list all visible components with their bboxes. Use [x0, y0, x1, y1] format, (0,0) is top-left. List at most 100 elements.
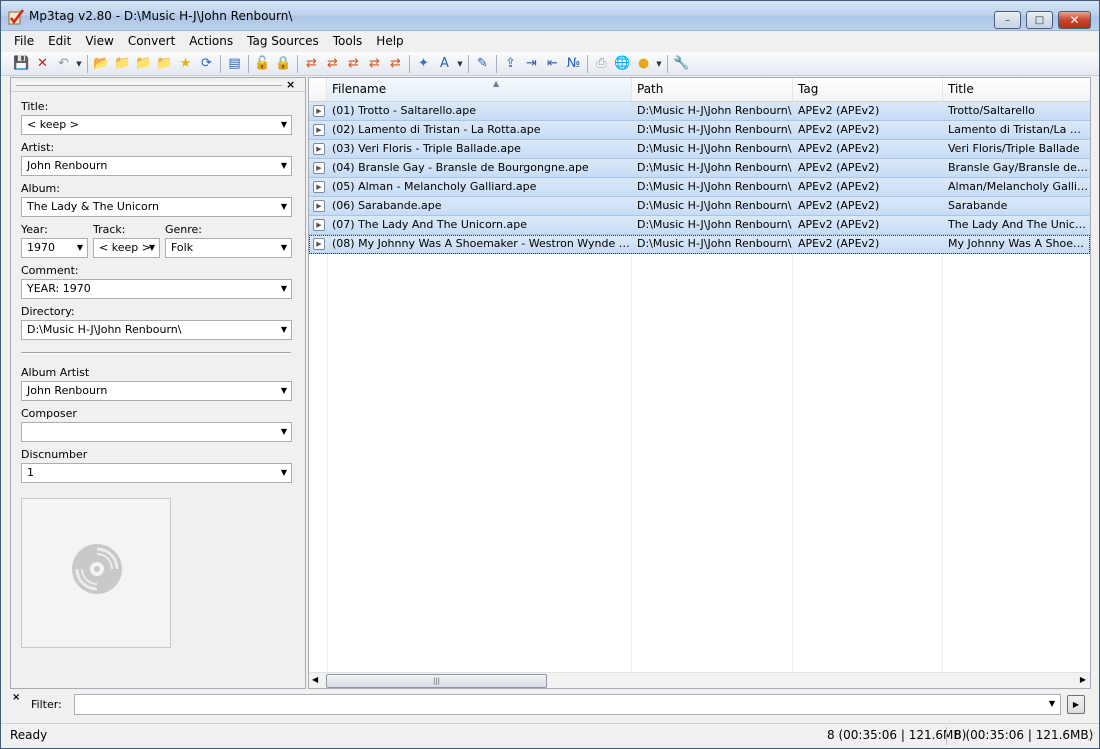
chevron-down-icon[interactable]: ▼ — [149, 239, 155, 257]
close-button[interactable]: ✕ — [1058, 11, 1091, 29]
cell-title: Veri Floris/Triple Ballade — [948, 142, 1080, 155]
maximize-button[interactable]: □ — [1026, 11, 1053, 29]
cd-placeholder-icon — [72, 544, 122, 594]
tag-panel-close-icon[interactable]: × — [286, 78, 295, 91]
convert-text-tag-icon[interactable]: ⇄ — [364, 54, 385, 74]
convert-filename-filename-icon[interactable]: ⇄ — [343, 54, 364, 74]
open-folder-icon[interactable]: 📁 — [133, 54, 154, 74]
table-row[interactable]: ▶ (02) Lamento di Tristan - La Rotta.ape D… — [309, 121, 1090, 140]
minimize-button[interactable]: – — [994, 11, 1021, 29]
dropdown-arrow-icon[interactable]: ▼ — [654, 60, 664, 68]
panel-grip[interactable] — [16, 83, 282, 86]
export-list-icon[interactable]: ⇥ — [521, 54, 542, 74]
save-icon[interactable]: 💾 — [11, 54, 32, 74]
column-path[interactable]: Path — [632, 78, 793, 101]
edit-tag-icon[interactable]: ✎ — [472, 54, 493, 74]
table-row[interactable]: ▶ (01) Trotto - Saltarello.ape D:\Music H-… — [309, 102, 1090, 121]
print-icon[interactable]: ⎙ — [591, 54, 612, 74]
table-row[interactable]: ▶ (04) Bransle Gay - Bransle de Bourgongn… — [309, 159, 1090, 178]
resize-grip-icon[interactable]: ⋰ — [1087, 732, 1096, 742]
menu-actions[interactable]: Actions — [182, 31, 240, 51]
filter-go-button[interactable]: ▶ — [1067, 695, 1085, 714]
album-field[interactable]: The Lady & The Unicorn ▼ — [21, 197, 292, 217]
remove-tag-icon[interactable]: ✕ — [32, 54, 53, 74]
cover-art[interactable] — [21, 498, 171, 648]
filter-input[interactable]: ▼ — [74, 694, 1061, 715]
column-title[interactable]: Title — [943, 78, 1090, 101]
cell-filename: (08) My Johnny Was A Shoemaker - Westron… — [332, 237, 632, 250]
scroll-right-icon[interactable]: ▶ — [1080, 675, 1086, 684]
web-sources-icon[interactable]: 🌐 — [612, 54, 633, 74]
file-list[interactable]: Filename ▲ Path Tag Title ▶ (01) Trotto - … — [308, 77, 1091, 689]
menu-help[interactable]: Help — [369, 31, 410, 51]
menu-tools[interactable]: Tools — [326, 31, 370, 51]
audio-file-icon: ▶ — [313, 162, 325, 174]
album-artist-field[interactable]: John Renbourn ▼ — [21, 381, 292, 401]
menu-edit[interactable]: Edit — [41, 31, 78, 51]
discnumber-label: Discnumber — [21, 448, 88, 461]
track-field[interactable]: < keep > ▼ — [93, 238, 160, 258]
convert-tag-filename-icon[interactable]: ⇄ — [301, 54, 322, 74]
column-tag[interactable]: Tag — [793, 78, 943, 101]
table-row[interactable]: ▶ (07) The Lady And The Unicorn.ape D:\Mus… — [309, 216, 1090, 235]
playlist-icon[interactable]: ⇤ — [542, 54, 563, 74]
title-field[interactable]: < keep > ▼ — [21, 115, 292, 135]
table-row[interactable]: ▶ (05) Alman - Melancholy Galliard.ape D:\… — [309, 178, 1090, 197]
chevron-down-icon[interactable]: ▼ — [77, 239, 83, 257]
options-icon[interactable]: 🔧 — [671, 54, 692, 74]
composer-field[interactable]: ▼ — [21, 422, 292, 442]
chevron-down-icon[interactable]: ▼ — [281, 382, 287, 400]
dropdown-arrow-icon[interactable]: ▼ — [74, 60, 84, 68]
comment-field[interactable]: YEAR: 1970 ▼ — [21, 279, 292, 299]
autonumber-icon[interactable]: № — [563, 54, 584, 74]
cell-filename: (01) Trotto - Saltarello.ape — [332, 104, 477, 117]
cell-tag: APEv2 (APEv2) — [798, 180, 880, 193]
artist-field[interactable]: John Renbourn ▼ — [21, 156, 292, 176]
chevron-down-icon[interactable]: ▼ — [281, 321, 287, 339]
scrollbar-thumb[interactable]: ||| — [326, 674, 547, 688]
actions-icon[interactable]: A — [434, 54, 455, 74]
cell-filename: (03) Veri Floris - Triple Ballade.ape — [332, 142, 521, 155]
menu-tag-sources[interactable]: Tag Sources — [240, 31, 326, 51]
export-icon[interactable]: ⇪ — [500, 54, 521, 74]
convert-filename-tag-icon[interactable]: ⇄ — [322, 54, 343, 74]
refresh-icon[interactable]: ⟳ — [196, 54, 217, 74]
lock-closed-icon[interactable]: 🔒 — [273, 54, 294, 74]
favorites-icon[interactable]: ★ — [175, 54, 196, 74]
table-row[interactable]: ▶ (03) Veri Floris - Triple Ballade.ape D:… — [309, 140, 1090, 159]
chevron-down-icon[interactable]: ▼ — [281, 157, 287, 175]
menu-view[interactable]: View — [78, 31, 120, 51]
chevron-down-icon[interactable]: ▼ — [281, 239, 287, 257]
tag-panel-icon[interactable]: ▤ — [224, 54, 245, 74]
chevron-down-icon[interactable]: ▼ — [281, 423, 287, 441]
title-bar[interactable]: Mp3tag v2.80 - D:\Music H-J\John Renbour… — [1, 1, 1099, 31]
chevron-down-icon[interactable]: ▼ — [281, 198, 287, 216]
cell-tag: APEv2 (APEv2) — [798, 218, 880, 231]
chevron-down-icon[interactable]: ▼ — [281, 280, 287, 298]
genre-field[interactable]: Folk ▼ — [165, 238, 292, 258]
discnumber-field[interactable]: 1 ▼ — [21, 463, 292, 483]
horizontal-scrollbar[interactable]: ◀ ||| ▶ — [309, 672, 1090, 688]
scroll-left-icon[interactable]: ◀ — [312, 675, 318, 684]
dropdown-arrow-icon[interactable]: ▼ — [455, 60, 465, 68]
undo-icon[interactable]: ↶ — [53, 54, 74, 74]
cell-title: Trotto/Saltarello — [948, 104, 1035, 117]
actions-quick-icon[interactable]: ✦ — [413, 54, 434, 74]
freedb-icon[interactable]: ● — [633, 54, 654, 74]
directory-field[interactable]: D:\Music H-J\John Renbourn\ ▼ — [21, 320, 292, 340]
year-field[interactable]: 1970 ▼ — [21, 238, 88, 258]
menu-file[interactable]: File — [7, 31, 41, 51]
table-row[interactable]: ▶ (06) Sarabande.ape D:\Music H-J\John Ren… — [309, 197, 1090, 216]
column-filename[interactable]: Filename ▲ — [327, 78, 632, 101]
select-folder-icon[interactable]: 📁 — [154, 54, 175, 74]
add-directory-icon[interactable]: 📁 — [112, 54, 133, 74]
menu-convert[interactable]: Convert — [121, 31, 182, 51]
change-directory-icon[interactable]: 📂 — [91, 54, 112, 74]
chevron-down-icon[interactable]: ▼ — [1049, 699, 1055, 708]
chevron-down-icon[interactable]: ▼ — [281, 116, 287, 134]
filter-close-icon[interactable]: × — [12, 692, 20, 703]
table-row[interactable]: ▶ (08) My Johnny Was A Shoemaker - Westro… — [309, 235, 1090, 254]
lock-icon[interactable]: 🔓 — [252, 54, 273, 74]
chevron-down-icon[interactable]: ▼ — [281, 464, 287, 482]
convert-tag-tag-icon[interactable]: ⇄ — [385, 54, 406, 74]
